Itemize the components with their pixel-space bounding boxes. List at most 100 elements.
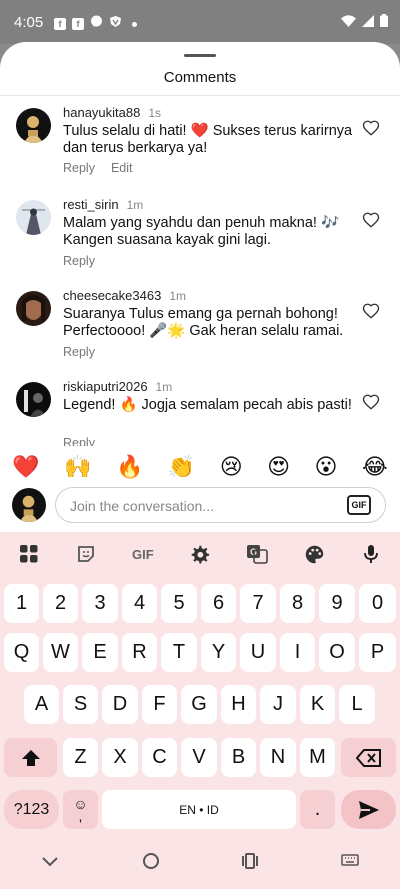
emoji-comma-key[interactable]: ☺ , xyxy=(63,790,98,829)
heart-icon[interactable] xyxy=(362,302,382,322)
facebook-icon: f xyxy=(54,18,66,30)
signal-icon xyxy=(362,14,374,32)
key-r[interactable]: R xyxy=(122,633,157,672)
system-icons xyxy=(341,14,388,32)
emoji-heart-button[interactable]: ❤️ xyxy=(12,454,39,480)
avatar[interactable] xyxy=(16,108,51,143)
period-key[interactable]: . xyxy=(300,790,335,829)
keyboard-switch-icon[interactable] xyxy=(341,854,359,873)
settings-gear-icon[interactable] xyxy=(186,540,214,568)
comment-input[interactable]: Join the conversation... GIF xyxy=(55,487,386,523)
key-a[interactable]: A xyxy=(24,685,59,724)
backspace-icon xyxy=(355,748,381,767)
heart-icon[interactable] xyxy=(362,119,382,139)
comment-username[interactable]: hanayukita88 1s xyxy=(63,105,161,120)
key-k[interactable]: K xyxy=(300,685,335,724)
key-2[interactable]: 2 xyxy=(43,584,78,623)
key-4[interactable]: 4 xyxy=(122,584,157,623)
comment-actions: Reply xyxy=(63,254,111,268)
key-m[interactable]: M xyxy=(300,738,335,777)
backspace-key[interactable] xyxy=(341,738,396,777)
emoji-cry-button[interactable]: 😢 xyxy=(220,454,243,480)
key-f[interactable]: F xyxy=(142,685,177,724)
symbols-key[interactable]: ?123 xyxy=(4,790,59,829)
emoji-laugh-button[interactable]: 😂 xyxy=(362,454,388,480)
battery-icon xyxy=(380,14,388,32)
heart-icon[interactable] xyxy=(362,211,382,231)
translate-icon[interactable]: G xyxy=(243,540,271,568)
back-chevron-icon[interactable] xyxy=(41,855,59,873)
emoji-fire-button[interactable]: 🔥 xyxy=(116,454,143,480)
key-j[interactable]: J xyxy=(260,685,296,724)
key-g[interactable]: G xyxy=(181,685,217,724)
sticker-icon[interactable] xyxy=(72,540,100,568)
comment-username[interactable]: resti_sirin 1m xyxy=(63,197,143,212)
key-l[interactable]: L xyxy=(339,685,375,724)
reply-button[interactable]: Reply xyxy=(63,161,95,175)
recents-icon[interactable] xyxy=(242,853,259,874)
key-b[interactable]: B xyxy=(221,738,256,777)
reply-button[interactable]: Reply xyxy=(63,345,95,359)
key-s[interactable]: S xyxy=(63,685,98,724)
gif-keyboard-button[interactable]: GIF xyxy=(129,540,157,568)
edit-button[interactable]: Edit xyxy=(111,161,133,175)
key-v[interactable]: V xyxy=(181,738,217,777)
key-5[interactable]: 5 xyxy=(161,584,197,623)
emoji-clap-button[interactable]: 👏 xyxy=(168,454,195,480)
key-1[interactable]: 1 xyxy=(4,584,39,623)
key-n[interactable]: N xyxy=(260,738,296,777)
gif-button[interactable]: GIF xyxy=(347,495,371,515)
emoji-surprised-button[interactable]: 😮 xyxy=(315,454,338,480)
comma-label: , xyxy=(78,807,83,824)
key-d[interactable]: D xyxy=(102,685,138,724)
header-divider xyxy=(0,95,400,96)
drag-handle[interactable] xyxy=(184,54,216,57)
key-y[interactable]: Y xyxy=(201,633,236,672)
key-q[interactable]: Q xyxy=(4,633,39,672)
apps-grid-icon[interactable] xyxy=(15,540,43,568)
key-e[interactable]: E xyxy=(82,633,118,672)
comment-username[interactable]: riskiaputri2026 1m xyxy=(63,379,172,394)
key-7[interactable]: 7 xyxy=(240,584,276,623)
key-w[interactable]: W xyxy=(43,633,78,672)
shift-arrow-icon xyxy=(21,749,40,766)
space-bar[interactable]: EN • ID xyxy=(102,790,296,829)
key-9[interactable]: 9 xyxy=(319,584,355,623)
comment-input-placeholder: Join the conversation... xyxy=(70,498,214,514)
avatar[interactable] xyxy=(16,382,51,417)
palette-icon[interactable] xyxy=(300,540,328,568)
key-u[interactable]: U xyxy=(240,633,276,672)
home-circle-icon[interactable] xyxy=(142,852,160,875)
key-0[interactable]: 0 xyxy=(359,584,396,623)
comment-text: Tulus selalu di hati! ❤️ Sukses terus ka… xyxy=(63,123,353,156)
reply-button[interactable]: Reply xyxy=(63,254,95,268)
key-p[interactable]: P xyxy=(359,633,396,672)
key-8[interactable]: 8 xyxy=(280,584,315,623)
shift-key[interactable] xyxy=(4,738,57,777)
key-c[interactable]: C xyxy=(142,738,177,777)
key-z[interactable]: Z xyxy=(63,738,98,777)
key-x[interactable]: X xyxy=(102,738,138,777)
emoji-raised-hands-button[interactable]: 🙌 xyxy=(64,454,91,480)
send-key[interactable] xyxy=(341,790,396,829)
avatar[interactable] xyxy=(16,291,51,326)
comment-text: Suaranya Tulus emang ga pernah bohong! P… xyxy=(63,306,344,339)
key-h[interactable]: H xyxy=(221,685,256,724)
key-3[interactable]: 3 xyxy=(82,584,118,623)
emoji-heart-eyes-button[interactable]: 😍 xyxy=(267,454,290,480)
key-6[interactable]: 6 xyxy=(201,584,236,623)
avatar[interactable] xyxy=(16,200,51,235)
comment-text: Legend! 🔥 Jogja semalam pecah abis pasti… xyxy=(63,397,352,413)
wifi-icon xyxy=(341,14,356,32)
comment-username[interactable]: cheesecake3463 1m xyxy=(63,288,186,303)
sheet-title: Comments xyxy=(163,69,237,86)
microphone-icon[interactable] xyxy=(357,540,385,568)
key-i[interactable]: I xyxy=(280,633,315,672)
comment-actions: Reply Edit xyxy=(63,161,149,175)
key-t[interactable]: T xyxy=(161,633,197,672)
comment-time: 1m xyxy=(169,289,186,303)
comment-actions: Reply xyxy=(63,345,111,359)
key-o[interactable]: O xyxy=(319,633,355,672)
heart-icon[interactable] xyxy=(362,393,382,413)
dot-icon xyxy=(132,21,137,27)
